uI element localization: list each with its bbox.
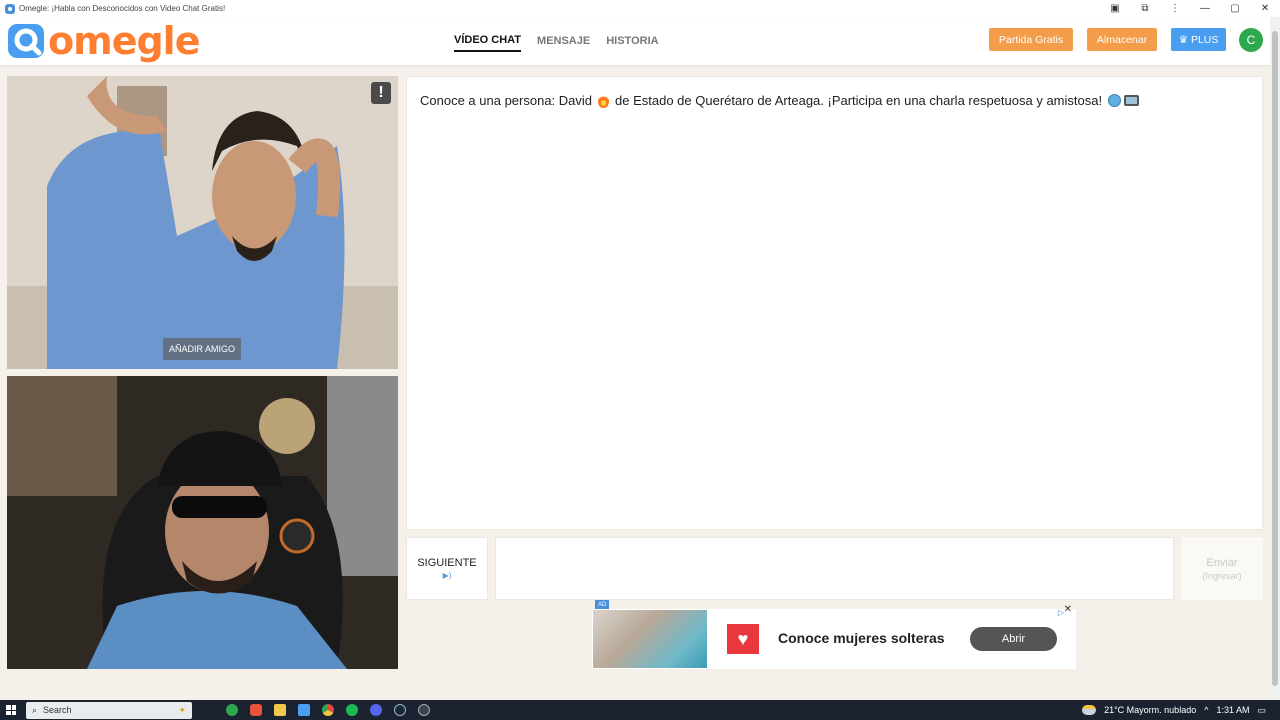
- camera-icon[interactable]: ▣: [1100, 0, 1130, 17]
- next-button[interactable]: SIGUIENTE ▶): [406, 537, 488, 600]
- next-button-hint: ▶): [442, 571, 452, 580]
- stranger-video: ! AÑADIR AMIGO: [7, 76, 398, 369]
- ad-headline[interactable]: Conoce mujeres solteras: [778, 630, 945, 646]
- tray-overflow-icon[interactable]: ^: [1204, 705, 1208, 715]
- minimize-button[interactable]: —: [1190, 0, 1220, 17]
- omegle-logo[interactable]: omegle: [6, 19, 200, 63]
- search-icon: ⌕: [32, 704, 38, 715]
- chat-log: Conoce a una persona: David de Estado de…: [406, 76, 1263, 530]
- report-button[interactable]: !: [371, 82, 391, 104]
- discord-app-icon[interactable]: [370, 704, 382, 716]
- plus-button[interactable]: ♛ PLUS: [1171, 28, 1226, 51]
- self-video-frame: [7, 376, 398, 669]
- sparkle-icon: ✦: [178, 704, 186, 715]
- close-button[interactable]: ✕: [1250, 0, 1280, 17]
- chat-message-input[interactable]: [495, 537, 1174, 600]
- ad-image[interactable]: [593, 610, 707, 668]
- xbox-app-icon[interactable]: [226, 704, 238, 716]
- globe-icon: [1108, 94, 1122, 107]
- ad-banner[interactable]: ♥ Conoce mujeres solteras Abrir ▷ ✕: [592, 604, 1076, 669]
- stranger-video-frame: [7, 76, 398, 369]
- partida-gratis-button[interactable]: Partida Gratis: [989, 28, 1073, 51]
- settings-app-icon[interactable]: [418, 704, 430, 716]
- omegle-logo-icon: [8, 24, 44, 58]
- ad-open-button[interactable]: Abrir: [970, 627, 1057, 651]
- window-title: Omegle: ¡Habla con Desconocidos con Vide…: [19, 4, 226, 13]
- weather-text[interactable]: 21°C Mayorm. nublado: [1104, 705, 1196, 715]
- send-button[interactable]: Enviar (Ingresar): [1181, 537, 1263, 600]
- almacenar-button[interactable]: Almacenar: [1087, 28, 1157, 51]
- more-menu-icon[interactable]: ⋮: [1160, 0, 1190, 17]
- page-scrollbar[interactable]: [1270, 17, 1280, 700]
- os-taskbar: ⌕ Search ✦ 21°C Mayorm. nublado ^ 1:31 A…: [0, 700, 1280, 720]
- user-avatar[interactable]: C: [1239, 28, 1263, 52]
- extensions-icon[interactable]: ⧉: [1130, 0, 1160, 17]
- tv-icon: [1124, 95, 1140, 106]
- taskbar-apps: [220, 704, 436, 716]
- start-button[interactable]: [0, 700, 22, 720]
- message-body: de Estado de Querétaro de Arteaga. ¡Part…: [615, 93, 1103, 108]
- active-window-icon[interactable]: [298, 704, 310, 716]
- brave-app-icon[interactable]: [250, 704, 262, 716]
- send-button-label: Enviar: [1206, 556, 1238, 569]
- logo-text: omegle: [48, 19, 200, 63]
- ad-close-icon[interactable]: ✕: [1064, 604, 1072, 615]
- scrollbar-thumb[interactable]: [1272, 31, 1278, 686]
- self-video: [7, 376, 398, 669]
- steam-app-icon[interactable]: [394, 704, 406, 716]
- site-header: omegle VÍDEO CHAT MENSAJE HISTORIA Parti…: [0, 17, 1270, 65]
- windows-icon: [6, 705, 16, 715]
- nav-video-chat[interactable]: VÍDEO CHAT: [454, 30, 522, 52]
- window-title-bar: Omegle: ¡Habla con Desconocidos con Vide…: [0, 0, 1280, 17]
- ad-tag: AD: [595, 600, 610, 609]
- taskbar-search-placeholder: Search: [43, 705, 72, 715]
- maximize-button[interactable]: ▢: [1220, 0, 1250, 17]
- clock[interactable]: 1:31 AM: [1216, 705, 1249, 715]
- omegle-favicon-icon: [5, 3, 15, 14]
- next-button-label: SIGUIENTE: [417, 557, 477, 569]
- weather-icon: [1082, 705, 1097, 715]
- taskbar-search[interactable]: ⌕ Search ✦: [26, 701, 192, 719]
- notification-icon[interactable]: ▭: [1257, 705, 1266, 716]
- main-nav: VÍDEO CHAT MENSAJE HISTORIA: [446, 17, 667, 65]
- spotify-app-icon[interactable]: [346, 704, 358, 716]
- send-button-hint: (Ingresar): [1202, 570, 1242, 581]
- add-friend-button[interactable]: AÑADIR AMIGO: [163, 338, 241, 360]
- fire-icon: [598, 93, 610, 108]
- chrome-app-icon[interactable]: [322, 704, 334, 716]
- file-explorer-icon[interactable]: [274, 704, 286, 716]
- heart-icon: ♥: [727, 624, 759, 654]
- message-intro: Conoce a una persona: David: [420, 93, 593, 108]
- nav-mensaje[interactable]: MENSAJE: [537, 31, 590, 51]
- nav-historia[interactable]: HISTORIA: [606, 31, 658, 51]
- system-tray: 21°C Mayorm. nublado ^ 1:31 AM ▭: [1078, 705, 1280, 716]
- system-message: Conoce a una persona: David de Estado de…: [420, 93, 1140, 108]
